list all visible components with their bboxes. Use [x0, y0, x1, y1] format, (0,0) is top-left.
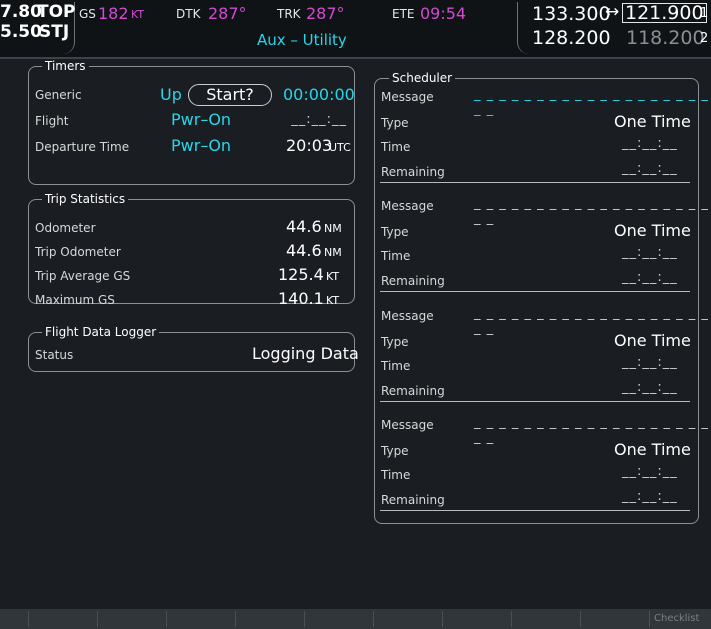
scheduler-remaining-label: Remaining: [381, 274, 445, 288]
nav2-frequency[interactable]: 5.50: [0, 22, 42, 42]
scheduler-time-label: Time: [381, 468, 411, 482]
scheduler-type-value[interactable]: One Time: [614, 331, 691, 350]
scheduler-time-field[interactable]: __:__:__: [622, 245, 678, 260]
scheduler-divider: [380, 182, 690, 183]
odometer-label: Odometer: [35, 221, 96, 235]
scheduler-divider: [380, 291, 690, 292]
scheduler-type-value[interactable]: One Time: [614, 112, 691, 131]
page-title: Aux – Utility: [257, 31, 347, 49]
trip-odometer-unit: NM: [324, 246, 342, 259]
scheduler-message-label: Message: [381, 309, 434, 323]
dtk-value: 287°: [208, 4, 247, 23]
logger-status-value: Logging Data: [252, 344, 359, 363]
generic-timer-value[interactable]: 00:00:00: [283, 85, 355, 104]
scheduler-message-label: Message: [381, 90, 434, 104]
scheduler-time-field[interactable]: __:__:__: [622, 464, 678, 479]
trip-odometer-value: 44.6: [286, 241, 322, 260]
scheduler-remaining-field: __:__:__: [622, 270, 678, 285]
trip-odometer-label: Trip Odometer: [35, 245, 121, 259]
trip-average-gs-unit: KT: [326, 270, 340, 283]
trk-label: TRK: [277, 7, 301, 21]
com-frequency-separator: [517, 2, 530, 54]
softkey-1[interactable]: [28, 611, 97, 627]
scheduler-time-label: Time: [381, 140, 411, 154]
flight-timer-label: Flight: [35, 114, 69, 128]
softkey-2[interactable]: [97, 611, 166, 627]
softkey-7[interactable]: [442, 611, 511, 627]
scheduler-remaining-field: __:__:__: [622, 161, 678, 176]
flight-timer-value: __:__:__: [291, 112, 347, 127]
com2-standby-frequency[interactable]: 118.200: [626, 27, 705, 49]
scheduler-remaining-field: __:__:__: [622, 380, 678, 395]
logger-status-label: Status: [35, 348, 74, 362]
scheduler-remaining-label: Remaining: [381, 165, 445, 179]
dtk-label: DTK: [176, 7, 201, 21]
departure-time-value: 20:03: [286, 136, 333, 155]
softkey-8[interactable]: [511, 611, 580, 627]
scheduler-title: Scheduler: [389, 71, 456, 85]
softkey-9[interactable]: [580, 611, 649, 627]
nav2-identifier: STJ: [39, 22, 70, 42]
scheduler-time-field[interactable]: __:__:__: [622, 355, 678, 370]
trk-value: 287°: [306, 4, 345, 23]
ete-value: 09:54: [420, 4, 467, 23]
odometer-value: 44.6: [286, 217, 322, 236]
timers-title: Timers: [42, 59, 89, 73]
scheduler-time-label: Time: [381, 359, 411, 373]
checklist-softkey-label: Checklist: [654, 613, 700, 624]
com1-number: 1: [700, 6, 709, 21]
scheduler-remaining-label: Remaining: [381, 384, 445, 398]
flight-timer-mode[interactable]: Pwr–On: [171, 110, 231, 129]
com-transfer-arrow-icon: ↔: [605, 2, 620, 22]
departure-time-mode[interactable]: Pwr–On: [171, 136, 231, 155]
departure-time-unit: UTC: [329, 141, 351, 154]
gs-label: GS: [79, 7, 96, 21]
com1-standby-frequency[interactable]: 121.900: [622, 3, 707, 23]
com2-number: 2: [700, 31, 709, 46]
scheduler-type-value[interactable]: One Time: [614, 221, 691, 240]
scheduler-type-label: Type: [381, 116, 409, 130]
softkey-checklist[interactable]: Checklist: [649, 611, 711, 627]
ete-label: ETE: [392, 7, 415, 21]
trip-statistics-title: Trip Statistics: [42, 192, 129, 206]
maximum-gs-value: 140.1: [278, 289, 324, 308]
scheduler-type-label: Type: [381, 335, 409, 349]
gs-value: 182: [98, 4, 129, 23]
scheduler-type-value[interactable]: One Time: [614, 440, 691, 459]
generic-timer-label: Generic: [35, 88, 82, 102]
softkey-5[interactable]: [304, 611, 373, 627]
gs-unit: KT: [131, 8, 145, 21]
nav1-frequency[interactable]: 7.80: [0, 2, 42, 22]
scheduler-remaining-field: __:__:__: [622, 489, 678, 504]
softkey-4[interactable]: [235, 611, 304, 627]
scheduler-type-label: Type: [381, 444, 409, 458]
scheduler-message-label: Message: [381, 199, 434, 213]
maximum-gs-unit: KT: [326, 294, 340, 307]
odometer-unit: NM: [324, 222, 342, 235]
trip-average-gs-value: 125.4: [278, 265, 324, 284]
departure-time-label: Departure Time: [35, 140, 130, 154]
generic-timer-start-button[interactable]: Start?: [188, 84, 272, 106]
softkey-3[interactable]: [166, 611, 235, 627]
generic-timer-direction[interactable]: Up: [160, 85, 182, 104]
scheduler-remaining-label: Remaining: [381, 493, 445, 507]
scheduler-time-label: Time: [381, 249, 411, 263]
scheduler-time-field[interactable]: __:__:__: [622, 136, 678, 151]
maximum-gs-label: Maximum GS: [35, 293, 115, 307]
scheduler-message-label: Message: [381, 418, 434, 432]
com2-active-frequency[interactable]: 128.200: [532, 27, 611, 49]
com1-active-frequency[interactable]: 133.300: [532, 3, 611, 25]
flight-data-logger-title: Flight Data Logger: [42, 325, 160, 339]
softkey-6[interactable]: [373, 611, 442, 627]
scheduler-type-label: Type: [381, 225, 409, 239]
nav1-identifier: TOP: [37, 2, 76, 22]
scheduler-divider: [380, 401, 690, 402]
trip-average-gs-label: Trip Average GS: [35, 269, 131, 283]
scheduler-divider: [380, 510, 690, 511]
